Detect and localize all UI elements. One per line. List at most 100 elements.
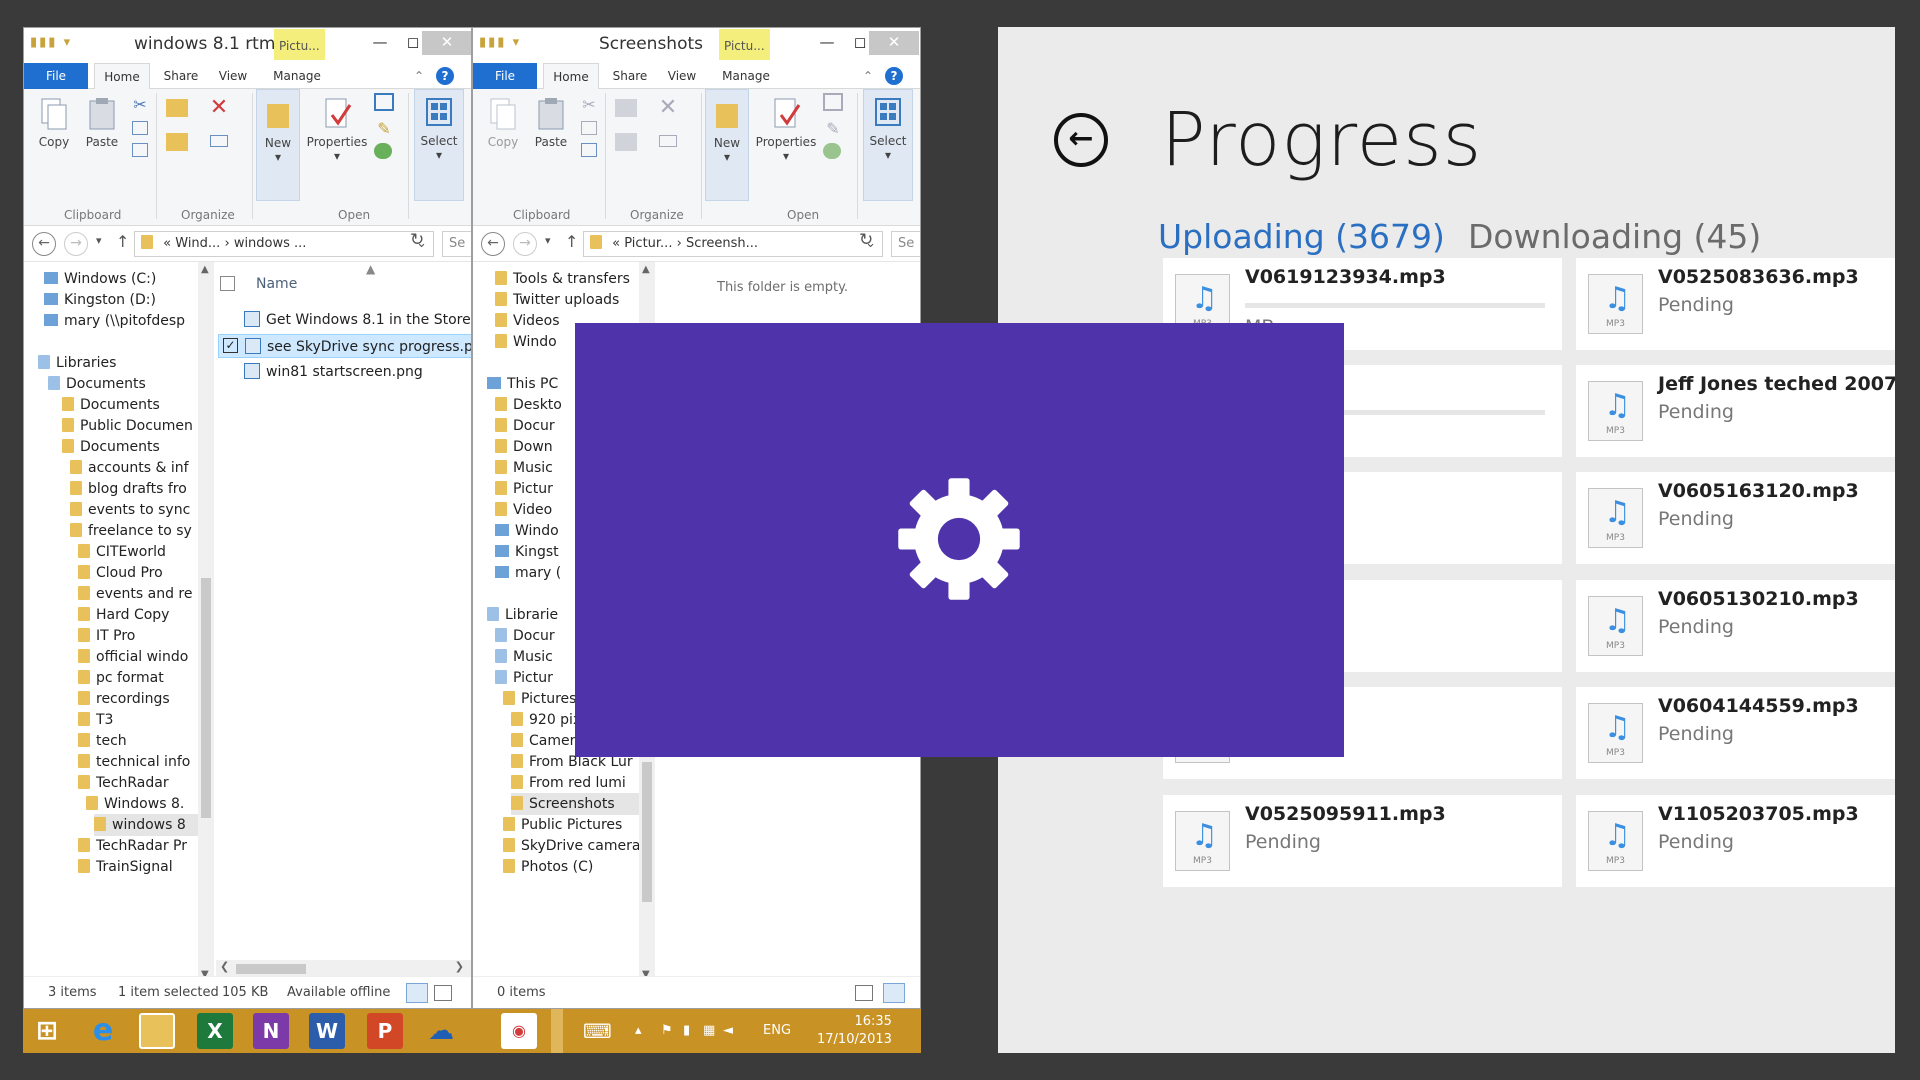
nav-item[interactable]: pc format — [78, 667, 164, 689]
nav-item[interactable]: Video — [495, 499, 552, 521]
nav-item[interactable]: Librarie — [487, 604, 558, 626]
clock[interactable]: 16:35 17/10/2013 — [817, 1013, 892, 1053]
breadcrumb-segment[interactable]: windows ... — [234, 236, 307, 251]
rename-icon[interactable] — [659, 135, 677, 147]
open-icon[interactable] — [374, 93, 394, 111]
refresh-icon[interactable]: ↻ — [410, 230, 424, 250]
upload-item[interactable]: ♫ MP3 V0525083636.mp3 Pending — [1576, 258, 1895, 350]
nav-scrollbar[interactable]: ▲ ▼ — [198, 262, 214, 982]
recent-locations-icon[interactable]: ▾ — [545, 234, 551, 247]
nav-item[interactable]: tech — [78, 730, 127, 752]
powerpoint-icon[interactable]: P — [367, 1013, 403, 1049]
nav-item[interactable]: mary ( — [495, 562, 561, 584]
tab-home[interactable]: Home — [94, 63, 150, 90]
address-box[interactable]: « Pictur... › Screensh... ⌄ — [583, 231, 883, 257]
help-icon[interactable]: ? — [885, 67, 903, 85]
nav-item[interactable]: Pictur — [495, 667, 553, 689]
select-button[interactable]: Select ▾ — [863, 89, 913, 201]
breadcrumb-separator[interactable]: › — [677, 236, 682, 251]
nav-item[interactable]: events to sync — [70, 499, 190, 521]
scroll-left-icon[interactable]: ❮ — [220, 960, 229, 973]
nav-item[interactable]: Music — [495, 457, 553, 479]
tab-share[interactable]: Share — [605, 63, 655, 89]
up-button[interactable]: ↑ — [116, 232, 129, 251]
tab-manage[interactable]: Manage — [264, 63, 330, 89]
large-icons-view-icon[interactable] — [883, 983, 905, 1003]
list-item[interactable]: win81 startscreen.png — [244, 360, 423, 384]
nav-item[interactable]: Libraries — [38, 352, 116, 374]
onenote-icon[interactable]: N — [253, 1013, 289, 1049]
scroll-up-icon[interactable]: ▲ — [201, 264, 209, 275]
upload-item[interactable]: ♫ MP3 V0525095911.mp3 Pending — [1163, 795, 1562, 887]
tab-share[interactable]: Share — [156, 63, 206, 89]
nav-item[interactable]: technical info — [78, 751, 190, 773]
cut-icon[interactable]: ✂ — [132, 95, 148, 114]
scroll-thumb[interactable] — [201, 578, 211, 818]
touch-keyboard-icon[interactable]: ⌨ — [583, 1009, 612, 1053]
file-explorer-icon[interactable] — [139, 1013, 175, 1049]
nav-item[interactable]: Windows (C:) — [44, 268, 156, 290]
nav-item[interactable]: TechRadar Pr — [78, 835, 187, 857]
action-center-flag-icon[interactable]: ⚑ — [661, 1009, 673, 1053]
scroll-thumb[interactable] — [236, 964, 306, 974]
nav-item[interactable]: T3 — [78, 709, 113, 731]
new-button[interactable]: New ▾ — [705, 89, 749, 201]
nav-item[interactable]: Documents — [62, 394, 160, 416]
title-bar[interactable]: ▮▮▮ ▾ Screenshots Pictu... — ◻ ✕ — [473, 28, 920, 60]
copy-button[interactable]: Copy — [481, 97, 525, 149]
nav-item[interactable]: Documents — [48, 373, 146, 395]
upload-item[interactable]: ♫ MP3 V1105203705.mp3 Pending — [1576, 795, 1895, 887]
copy-path-icon[interactable] — [581, 121, 597, 135]
back-button[interactable]: ← — [481, 232, 505, 256]
nav-item[interactable]: Pictures — [503, 688, 576, 710]
move-to-icon[interactable] — [615, 99, 637, 117]
copy-button[interactable]: Copy — [32, 97, 76, 149]
select-all-checkbox[interactable] — [220, 276, 235, 291]
breadcrumb-segment[interactable]: Wind... — [175, 236, 220, 251]
tab-uploading[interactable]: Uploading (3679) — [1158, 217, 1445, 256]
edit-icon[interactable]: ✎ — [823, 119, 843, 138]
nav-item[interactable]: recordings — [78, 688, 170, 710]
new-button[interactable]: New ▾ — [256, 89, 300, 201]
nav-item[interactable]: Kingston (D:) — [44, 289, 156, 311]
excel-icon[interactable]: X — [197, 1013, 233, 1049]
select-button[interactable]: Select ▾ — [414, 89, 464, 201]
nav-item[interactable]: freelance to sy — [70, 520, 192, 542]
close-button[interactable]: ✕ — [422, 31, 471, 55]
properties-button[interactable]: Properties ▾ — [755, 97, 817, 163]
search-input[interactable]: Se — [442, 231, 471, 257]
details-view-icon[interactable] — [855, 985, 873, 1001]
start-button[interactable]: ⊞ — [29, 1013, 65, 1049]
upload-item[interactable]: ♫ MP3 V0605163120.mp3 Pending — [1576, 472, 1895, 564]
quick-access-icons[interactable]: ▮▮▮ ▾ — [30, 35, 72, 50]
breadcrumb-segment[interactable]: Pictur... — [624, 236, 672, 251]
column-header-name[interactable]: Name — [256, 272, 297, 296]
input-language[interactable]: ENG — [763, 1009, 791, 1053]
title-bar[interactable]: ▮▮▮ ▾ windows 8.1 rtm Pictu... — ◻ ✕ — [24, 28, 471, 60]
delete-icon[interactable]: ✕ — [208, 95, 230, 120]
rename-icon[interactable] — [210, 135, 228, 147]
tab-file[interactable]: File — [24, 63, 88, 89]
collapse-ribbon-icon[interactable]: ⌃ — [410, 63, 428, 89]
context-tab-picture-tools[interactable]: Pictu... — [719, 29, 770, 60]
app-icon[interactable]: ◉ — [501, 1013, 537, 1049]
address-overflow[interactable]: « — [612, 236, 620, 251]
help-icon[interactable]: ? — [436, 67, 454, 85]
nav-item[interactable]: Docur — [495, 415, 555, 437]
back-button[interactable]: ← — [32, 232, 56, 256]
search-input[interactable]: Se — [891, 231, 920, 257]
nav-item[interactable]: official windo — [78, 646, 188, 668]
nav-item[interactable]: blog drafts fro — [70, 478, 187, 500]
forward-button[interactable]: → — [64, 232, 88, 256]
nav-item[interactable]: Pictur — [495, 478, 553, 500]
nav-item[interactable]: Twitter uploads — [495, 289, 619, 311]
breadcrumb-separator[interactable]: › — [224, 236, 229, 251]
paste-button[interactable]: Paste — [80, 97, 124, 149]
copy-to-icon[interactable] — [166, 133, 188, 151]
copy-to-icon[interactable] — [615, 133, 637, 151]
up-button[interactable]: ↑ — [565, 232, 578, 251]
internet-explorer-icon[interactable]: e — [85, 1013, 121, 1049]
network-icon[interactable]: ▦ — [703, 1009, 715, 1053]
upload-item[interactable]: ♫ MP3 V0604144559.mp3 Pending — [1576, 687, 1895, 779]
address-overflow[interactable]: « — [163, 236, 171, 251]
